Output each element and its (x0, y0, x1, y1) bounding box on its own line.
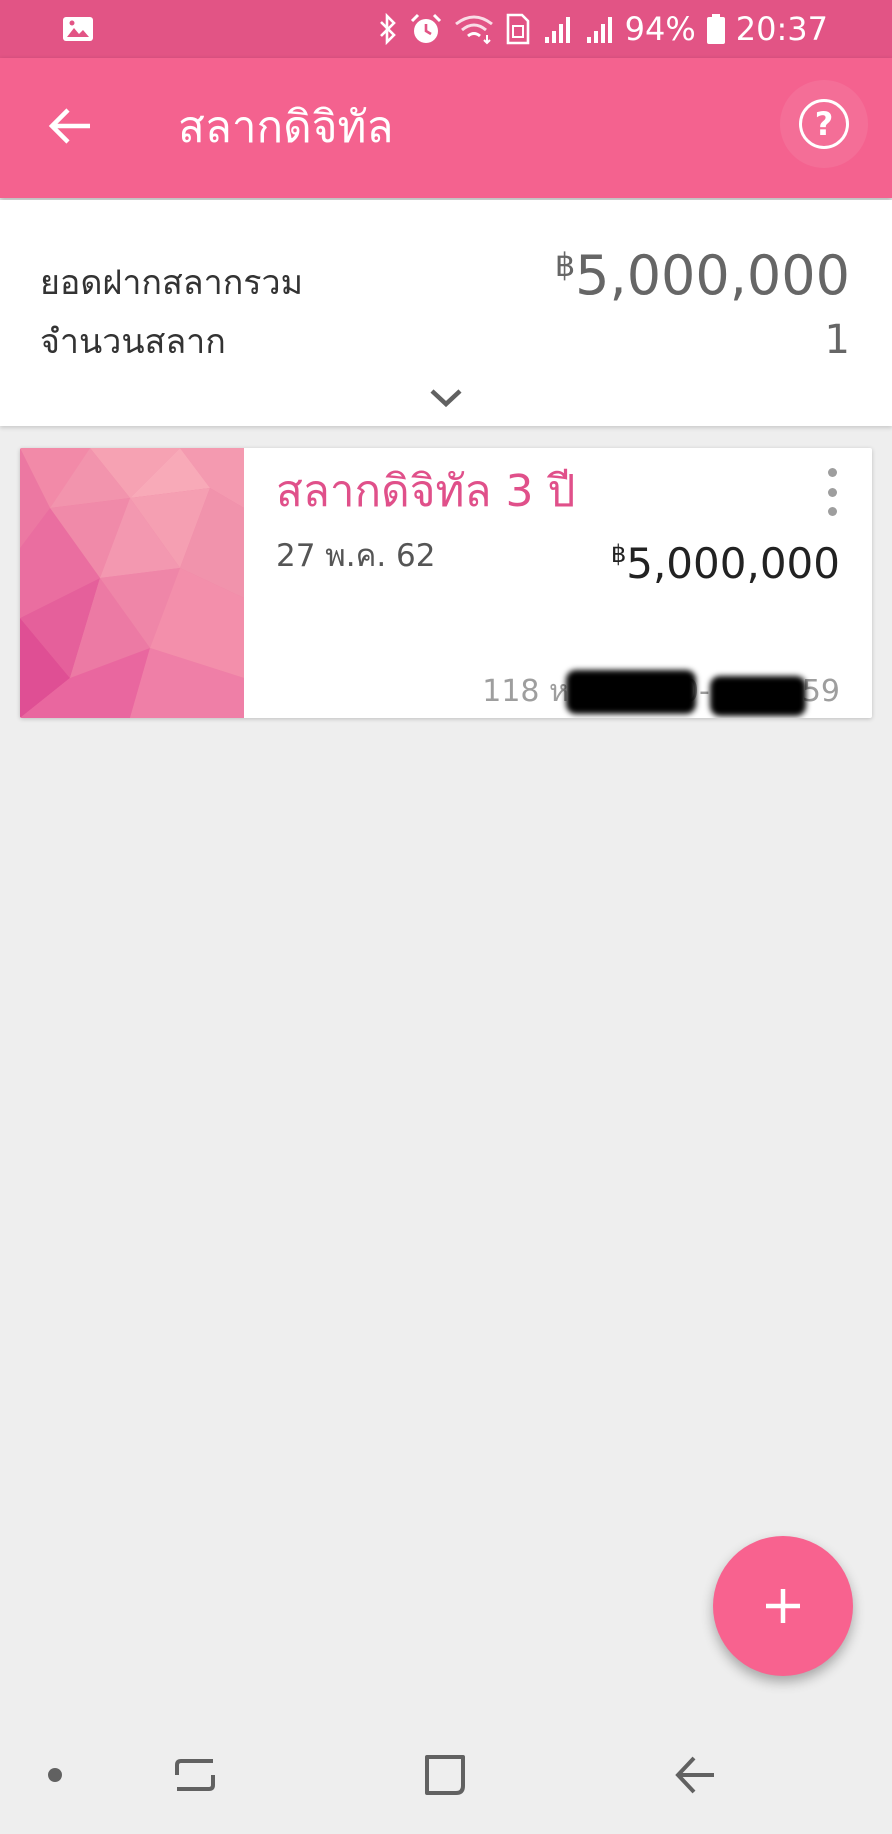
help-symbol: ? (814, 105, 834, 143)
summary-card: ยอดฝากสลากรวม ฿5,000,000 จำนวนสลาก 1 (0, 200, 892, 426)
gallery-icon (63, 17, 93, 41)
status-bar: 94% 20:37 (0, 0, 892, 58)
page-title: สลากดิจิทัล (178, 102, 394, 153)
system-nav-bar (0, 1716, 892, 1834)
recents-button[interactable] (150, 1716, 240, 1834)
home-icon (425, 1755, 465, 1795)
expand-summary-button[interactable] (420, 378, 472, 418)
more-vert-icon-dot (827, 507, 837, 516)
battery-percent: 94% (624, 10, 696, 48)
more-vert-icon-dot (827, 468, 837, 477)
total-deposit-value: ฿5,000,000 (555, 244, 850, 307)
card-title: สลากดิจิทัล 3 ปี (276, 466, 576, 517)
help-icon: ? (799, 99, 849, 149)
add-lottery-button[interactable] (713, 1536, 853, 1676)
clock: 20:37 (735, 10, 828, 48)
signal-icon-2 (586, 17, 612, 43)
bluetooth-icon (379, 13, 396, 45)
alarm-icon (410, 13, 441, 43)
serial-start: 118 ห (482, 674, 569, 709)
plus-icon (766, 1589, 800, 1623)
sim-icon (506, 13, 529, 45)
redaction-mark (566, 670, 696, 714)
nav-dot-icon (48, 1768, 62, 1782)
signal-icon (544, 17, 570, 43)
card-amount-value: 5,000,000 (626, 539, 840, 588)
summary-total-row: ยอดฝากสลากรวม ฿5,000,000 (40, 244, 850, 309)
lottery-count-label: จำนวนสลาก (40, 322, 226, 362)
help-button[interactable]: ? (780, 80, 868, 168)
status-icons: 94% 20:37 (377, 0, 828, 58)
back-arrow-icon (48, 108, 90, 144)
screen: 94% 20:37 สลากดิจิทัล ? ยอดฝากสลากรวม ฿5… (0, 0, 892, 1834)
back-button[interactable] (38, 94, 102, 158)
more-vert-icon-dot (827, 487, 837, 497)
redaction-mark (710, 676, 806, 716)
app-bar: สลากดิจิทัล ? (0, 58, 892, 198)
back-icon (675, 1756, 714, 1794)
more-options-button[interactable] (820, 468, 844, 516)
card-date: 27 พ.ค. 62 (276, 538, 436, 574)
chevron-down-icon (430, 389, 462, 408)
card-pattern-image (20, 448, 244, 718)
nav-dot-button[interactable] (30, 1716, 80, 1834)
card-currency-symbol: ฿ (610, 540, 627, 568)
lottery-count-value: 1 (824, 317, 850, 363)
battery-icon (706, 14, 725, 44)
system-back-button[interactable] (650, 1716, 740, 1834)
currency-symbol: ฿ (554, 246, 576, 284)
lottery-card[interactable]: สลากดิจิทัล 3 ปี 27 พ.ค. 62 ฿5,000,000 1… (20, 448, 872, 718)
card-amount: ฿5,000,000 (611, 526, 840, 592)
recents-icon (175, 1759, 215, 1791)
total-deposit-amount: 5,000,000 (575, 244, 850, 307)
home-button[interactable] (400, 1716, 490, 1834)
wifi-icon (454, 15, 493, 45)
summary-count-row: จำนวนสลาก 1 (40, 314, 850, 368)
serial-end: 59 (801, 674, 840, 709)
total-deposit-label: ยอดฝากสลากรวม (40, 263, 304, 303)
